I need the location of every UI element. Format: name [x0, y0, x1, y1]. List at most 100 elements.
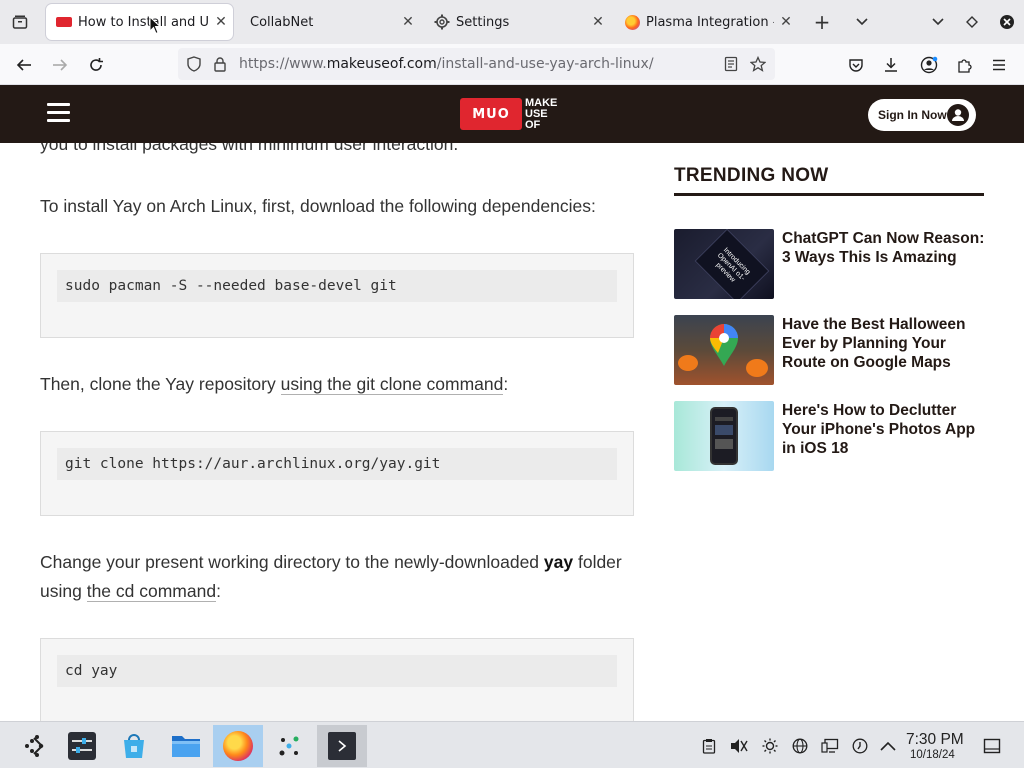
url-domain: makeuseof.com [326, 56, 437, 72]
back-arrow-icon[interactable] [11, 52, 37, 78]
url-prefix: https://www. [239, 56, 327, 72]
article-paragraph: you to install packages with minimum use… [40, 143, 459, 154]
code-block: git clone https://aur.archlinux.org/yay.… [40, 431, 634, 516]
url-text[interactable]: https://www.makeuseof.com/install-and-us… [239, 56, 654, 72]
trending-item[interactable]: Have the Best Halloween Ever by Planning… [674, 315, 984, 385]
bookmark-star-icon[interactable] [749, 55, 767, 76]
text: Change your present working directory to… [40, 552, 544, 572]
menu-hamburger-icon[interactable] [986, 52, 1012, 78]
site-logo[interactable]: MUO MAKE USE OF [460, 97, 557, 131]
tab-title: Settings [456, 14, 510, 30]
cd-command-link[interactable]: the cd command [86, 581, 217, 602]
file-manager-icon[interactable] [162, 725, 210, 767]
iphone-image [710, 407, 738, 465]
tab-collabnet[interactable]: CollabNet ✕ [236, 4, 420, 40]
logo-word-make: MAKE [525, 96, 558, 109]
code-line[interactable]: git clone https://aur.archlinux.org/yay.… [57, 448, 617, 480]
tab-overview-icon[interactable] [8, 10, 32, 34]
window-maximize-diamond-icon[interactable] [960, 10, 984, 34]
trending-thumbnail[interactable]: Introducing OpenAI o1-preview [674, 229, 774, 299]
tab-close-icon[interactable]: ✕ [209, 14, 233, 30]
pumpkin-icon [678, 355, 698, 371]
article-paragraph: Then, clone the Yay repository using the… [40, 370, 640, 399]
code-block: cd yay [40, 638, 634, 721]
account-icon[interactable] [916, 52, 942, 78]
user-avatar-icon [947, 104, 969, 126]
text: Then, clone the Yay repository [40, 374, 281, 394]
trending-divider [674, 193, 984, 196]
sign-in-button[interactable]: Sign In Now [868, 99, 976, 131]
code-line[interactable]: cd yay [57, 655, 617, 687]
clock-date[interactable]: 10/18/24 [910, 749, 955, 761]
trending-title[interactable]: ChatGPT Can Now Reason: 3 Ways This Is A… [782, 229, 987, 267]
tab-how-to-install[interactable]: How to Install and Use ✕ [46, 4, 233, 40]
reader-view-icon[interactable] [724, 56, 738, 76]
reload-icon[interactable] [83, 52, 109, 78]
system-settings-icon[interactable] [58, 725, 106, 767]
page-content: you to install packages with minimum use… [0, 143, 1024, 721]
brightness-icon[interactable] [761, 737, 779, 755]
terminal-icon[interactable] [317, 725, 367, 767]
firefox-icon[interactable] [213, 725, 263, 767]
tab-title: How to Install and Use [78, 14, 209, 30]
trending-thumbnail[interactable] [674, 315, 774, 385]
list-all-tabs-chevron-icon[interactable] [850, 10, 874, 34]
window-close-icon[interactable] [995, 10, 1019, 34]
trending-title[interactable]: Here's How to Declutter Your iPhone's Ph… [782, 401, 987, 458]
window-minimize-chevron-icon[interactable] [926, 10, 950, 34]
site-menu-hamburger-icon[interactable] [47, 103, 70, 123]
git-clone-link[interactable]: using the git clone command [280, 374, 504, 395]
code-block: sudo pacman -S --needed base-devel git [40, 253, 634, 338]
url-path: /install-and-use-yay-arch-linux/ [436, 56, 654, 72]
logo-badge: MUO [460, 98, 522, 130]
volume-muted-icon[interactable] [730, 737, 748, 755]
app-launcher-icon[interactable] [10, 725, 58, 767]
text: : [503, 374, 509, 394]
tracking-protection-shield-icon[interactable] [186, 56, 202, 76]
logo-word-of: OF [525, 118, 541, 131]
code-line[interactable]: sudo pacman -S --needed base-devel git [57, 270, 617, 302]
gear-icon [434, 14, 450, 30]
tray-expand-chevron-icon[interactable] [879, 737, 897, 755]
trending-title[interactable]: Have the Best Halloween Ever by Planning… [782, 315, 987, 372]
discover-store-icon[interactable] [110, 725, 158, 767]
tab-close-icon[interactable]: ✕ [586, 14, 610, 30]
tab-title: Plasma Integration - [646, 14, 774, 30]
forward-arrow-icon[interactable] [47, 52, 73, 78]
clipboard-icon[interactable] [700, 737, 718, 755]
sign-in-label: Sign In Now [878, 108, 947, 122]
extensions-puzzle-icon[interactable] [951, 52, 977, 78]
article-paragraph: To install Yay on Arch Linux, first, dow… [40, 196, 596, 216]
tab-close-icon[interactable]: ✕ [774, 14, 798, 30]
display-config-icon[interactable] [821, 737, 839, 755]
tab-title: CollabNet [250, 14, 314, 30]
muo-favicon [56, 14, 72, 30]
browser-tab-strip: How to Install and Use ✕ CollabNet ✕ Set… [0, 0, 1024, 44]
network-globe-icon[interactable] [791, 737, 809, 755]
downloads-icon[interactable] [878, 52, 904, 78]
address-bar[interactable]: https://www.makeuseof.com/install-and-us… [178, 48, 775, 80]
tab-close-icon[interactable]: ✕ [396, 14, 420, 30]
text: : [216, 581, 221, 601]
logo-wordmark: MAKE USE OF [525, 96, 558, 131]
pocket-icon[interactable] [843, 52, 869, 78]
mouse-cursor-icon [149, 15, 162, 39]
tab-plasma-integration[interactable]: Plasma Integration - ✕ [614, 4, 798, 40]
trending-item[interactable]: Introducing OpenAI o1-preview ChatGPT Ca… [674, 229, 984, 299]
new-tab-plus-icon[interactable]: + [810, 10, 834, 34]
logo-word-use: USE [525, 107, 548, 120]
pumpkin-icon [746, 359, 768, 377]
taskbar: 7:30 PM 10/18/24 [0, 721, 1024, 768]
power-management-icon[interactable] [851, 737, 869, 755]
show-desktop-icon[interactable] [983, 737, 1001, 755]
trending-thumbnail[interactable] [674, 401, 774, 471]
bold-text: yay [543, 552, 574, 572]
lock-icon[interactable] [213, 56, 227, 76]
clock-time[interactable]: 7:30 PM [906, 731, 964, 749]
firefox-icon [624, 14, 640, 30]
google-maps-pin-icon [708, 323, 740, 367]
tab-settings[interactable]: Settings ✕ [424, 4, 610, 40]
trending-item[interactable]: Here's How to Declutter Your iPhone's Ph… [674, 401, 984, 471]
thumb-caption: Introducing OpenAI o1-preview [694, 229, 770, 299]
kde-connect-icon[interactable] [265, 725, 313, 767]
